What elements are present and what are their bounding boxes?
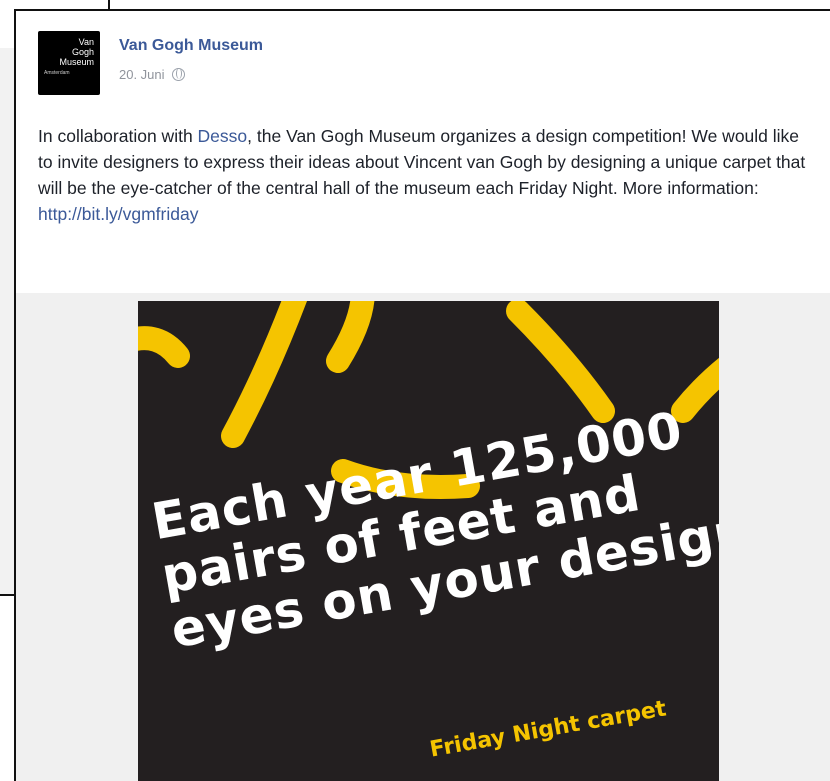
author-name-link[interactable]: Van Gogh Museum <box>119 37 263 55</box>
poster-image[interactable]: Each year 125,000 pairs of feet and eyes… <box>138 301 719 781</box>
post-meta: 20. Juni <box>119 67 186 82</box>
post-text-part: In collaboration with <box>38 126 198 146</box>
post-card: Van Gogh Museum Amsterdam Van Gogh Museu… <box>14 9 830 781</box>
avatar-text-line: Gogh <box>71 47 94 57</box>
poster-swoosh <box>326 301 375 373</box>
avatar[interactable]: Van Gogh Museum Amsterdam <box>38 31 100 95</box>
post-text: In collaboration with Desso, the Van Gog… <box>38 123 808 227</box>
desso-link[interactable]: Desso <box>198 126 248 146</box>
avatar-subtext: Amsterdam <box>44 70 70 76</box>
url-link[interactable]: http://bit.ly/vgmfriday <box>38 204 198 224</box>
post-header: Van Gogh Museum Amsterdam Van Gogh Museu… <box>38 31 798 95</box>
background-panel-lower <box>0 598 14 781</box>
poster-swoosh <box>221 301 308 448</box>
poster-swoosh <box>138 326 190 368</box>
post-media: Each year 125,000 pairs of feet and eyes… <box>16 293 830 781</box>
avatar-text-line: Van <box>78 37 94 47</box>
poster-swoosh <box>506 301 615 423</box>
globe-icon[interactable] <box>172 68 186 81</box>
post-date-link[interactable]: 20. Juni <box>119 67 165 82</box>
avatar-text-line: Museum <box>59 57 94 67</box>
background-panel <box>0 48 14 596</box>
